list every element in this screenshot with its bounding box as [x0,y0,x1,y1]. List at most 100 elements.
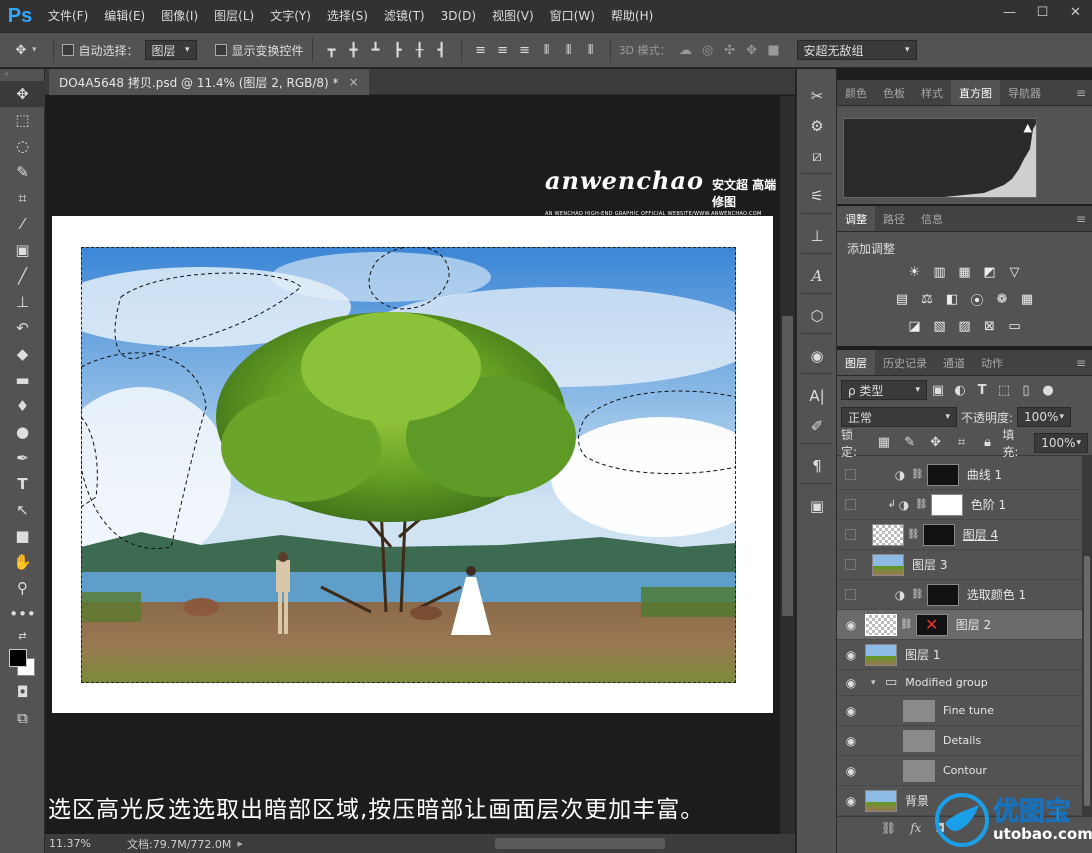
layer-name[interactable]: Contour [943,764,987,777]
filter-pixel-icon[interactable]: ▣ [927,379,949,401]
eraser-tool-icon[interactable]: ◆ [0,341,45,367]
menu-select[interactable]: 选择(S) [319,0,376,32]
color-lookup-icon[interactable]: ▦ [1018,290,1037,309]
eye-icon[interactable]: ◉ [837,764,865,778]
threshold-icon[interactable]: ▨ [955,317,974,336]
workspace-dropdown[interactable]: 安超无敌组 ▾ [796,40,917,60]
creative-cloud-icon[interactable]: ◉ [797,341,837,371]
layer-thumb[interactable] [903,759,935,782]
layer-name[interactable]: Modified group [905,676,987,689]
rectangle-tool-icon[interactable]: ■ [0,523,45,549]
layer-row-layer4[interactable]: ⛓ 图层 4 [837,520,1092,550]
layer-mask-thumb[interactable] [926,463,959,486]
align-top-icon[interactable]: ┳ [321,39,343,61]
gradient-map-icon[interactable]: ▭ [1005,317,1024,336]
blur-tool-icon[interactable]: ♦ [0,393,45,419]
3d-roll-icon[interactable]: ◎ [697,39,719,61]
tab-paths[interactable]: 路径 [875,206,913,231]
toolbox-collapse-icon[interactable]: « [0,69,44,81]
auto-select-dropdown[interactable]: 图层 ▾ [144,40,197,60]
close-icon[interactable]: ✕ [1059,0,1092,24]
move-tool-preset-icon[interactable]: ✥ [10,39,32,61]
marquee-tool-icon[interactable]: ⬚ [0,107,45,133]
layer-name[interactable]: 曲线 1 [967,466,1002,483]
3d-scale-icon[interactable]: ■ [763,39,785,61]
layer-thumb[interactable] [903,699,935,722]
pen-tool-icon[interactable]: ✒ [0,445,45,471]
menu-filter[interactable]: 滤镜(T) [376,0,433,32]
character-styles-icon[interactable]: A| [797,381,837,411]
history-brush-tool-icon[interactable]: ↶ [0,315,45,341]
swap-colors-icon[interactable]: ⇄ [0,627,45,645]
distribute-bottom-icon[interactable]: ≡ [514,39,536,61]
zoom-tool-icon[interactable]: ⚲ [0,575,45,601]
screen-mode-icon[interactable]: ⧉ [0,705,45,731]
align-bottom-icon[interactable]: ┻ [365,39,387,61]
panel-menu-icon[interactable]: ≡ [1070,80,1092,105]
brushes-icon[interactable]: ✐ [797,411,837,441]
filter-type-icon[interactable]: T [971,379,993,401]
color-swatches[interactable] [0,645,45,679]
menu-help[interactable]: 帮助(H) [603,0,661,32]
canvas-area[interactable]: anwenchao 安文超 高端修图 AN WENCHAO HIGH-END G… [45,96,780,834]
distribute-right-icon[interactable]: ⦀ [580,39,602,61]
crop-tool-icon[interactable]: ⌗ [0,185,45,211]
link-icon[interactable]: ⛓ [907,529,920,540]
paragraph-icon[interactable]: ¶ [797,451,837,481]
visibility-toggle[interactable] [845,469,856,480]
hue-saturation-icon[interactable]: ▤ [893,290,912,309]
canvas-document[interactable] [52,216,773,713]
layer-row-selective-color[interactable]: ◑ ⛓ 选取颜色 1 [837,580,1092,610]
tab-info[interactable]: 信息 [913,206,951,231]
document-tab[interactable]: DO4A5648 拷贝.psd @ 11.4% (图层 2, RGB/8) * … [49,69,369,95]
filter-toggle-icon[interactable]: ● [1037,379,1059,401]
menu-3d[interactable]: 3D(D) [433,0,484,32]
eye-icon[interactable]: ◉ [837,704,865,718]
align-left-icon[interactable]: ┣ [387,39,409,61]
layer-name[interactable]: 图层 1 [905,646,940,663]
layer-thumb[interactable] [865,789,897,812]
3d-icon[interactable]: ⬡ [797,301,837,331]
close-tab-icon[interactable]: × [349,75,359,89]
lock-position-icon[interactable]: ✥ [925,432,947,454]
lock-image-icon[interactable]: ✎ [899,432,921,454]
foreground-color-swatch[interactable] [9,649,27,667]
tab-color[interactable]: 颜色 [837,80,875,105]
layer-row-contour[interactable]: ◉ Contour [837,756,1092,786]
link-icon[interactable]: ⛓ [911,589,924,600]
layer-mask-thumb[interactable] [926,583,959,606]
opacity-field[interactable]: 100% ▾ [1017,407,1072,427]
tab-channels[interactable]: 通道 [935,350,973,375]
layer-row-layer1[interactable]: ◉ 图层 1 [837,640,1092,670]
photo-filter-icon[interactable]: ⦿ [968,290,987,309]
minimize-icon[interactable]: — [993,0,1026,24]
align-vcenter-icon[interactable]: ╋ [343,39,365,61]
menu-image[interactable]: 图像(I) [153,0,206,32]
lock-all-icon[interactable]: 🔒︎ [976,432,998,454]
visibility-toggle[interactable] [845,559,856,570]
tab-actions[interactable]: 动作 [973,350,1011,375]
vertical-scrollbar[interactable] [780,96,795,834]
tools-preset-icon[interactable]: ✂ [797,81,837,111]
move-tool-icon[interactable]: ✥ [0,81,45,107]
layer-row-group[interactable]: ◉ ▾ ▭ Modified group [837,670,1092,696]
lock-transparent-icon[interactable]: ▦ [873,432,895,454]
levels-icon[interactable]: ▥ [930,263,949,282]
more-tools-icon[interactable]: ••• [0,601,45,627]
link-layers-icon[interactable]: ⛓ [881,821,896,835]
document-size[interactable]: 文档:79.7M/772.0M [127,836,231,852]
eye-icon[interactable]: ◉ [837,794,865,808]
layer-row-details[interactable]: ◉ Details [837,726,1092,756]
plugin-icon[interactable]: ⚙ [797,111,837,141]
clone-source-icon[interactable]: ⊥ [797,221,837,251]
eye-icon[interactable]: ◉ [837,676,865,690]
blend-mode-dropdown[interactable]: 正常 ▾ [841,407,957,427]
disabled-mask-thumb[interactable]: ✕ [915,613,948,636]
tab-history[interactable]: 历史记录 [875,350,935,375]
dodge-tool-icon[interactable]: ● [0,419,45,445]
eyedropper-tool-icon[interactable]: ⁄ [0,211,45,237]
clone-stamp-tool-icon[interactable]: ⊥ [0,289,45,315]
black-white-icon[interactable]: ◧ [943,290,962,309]
group-expand-icon[interactable]: ▾ [871,678,885,688]
chevron-down-icon[interactable]: ▾ [32,45,37,55]
